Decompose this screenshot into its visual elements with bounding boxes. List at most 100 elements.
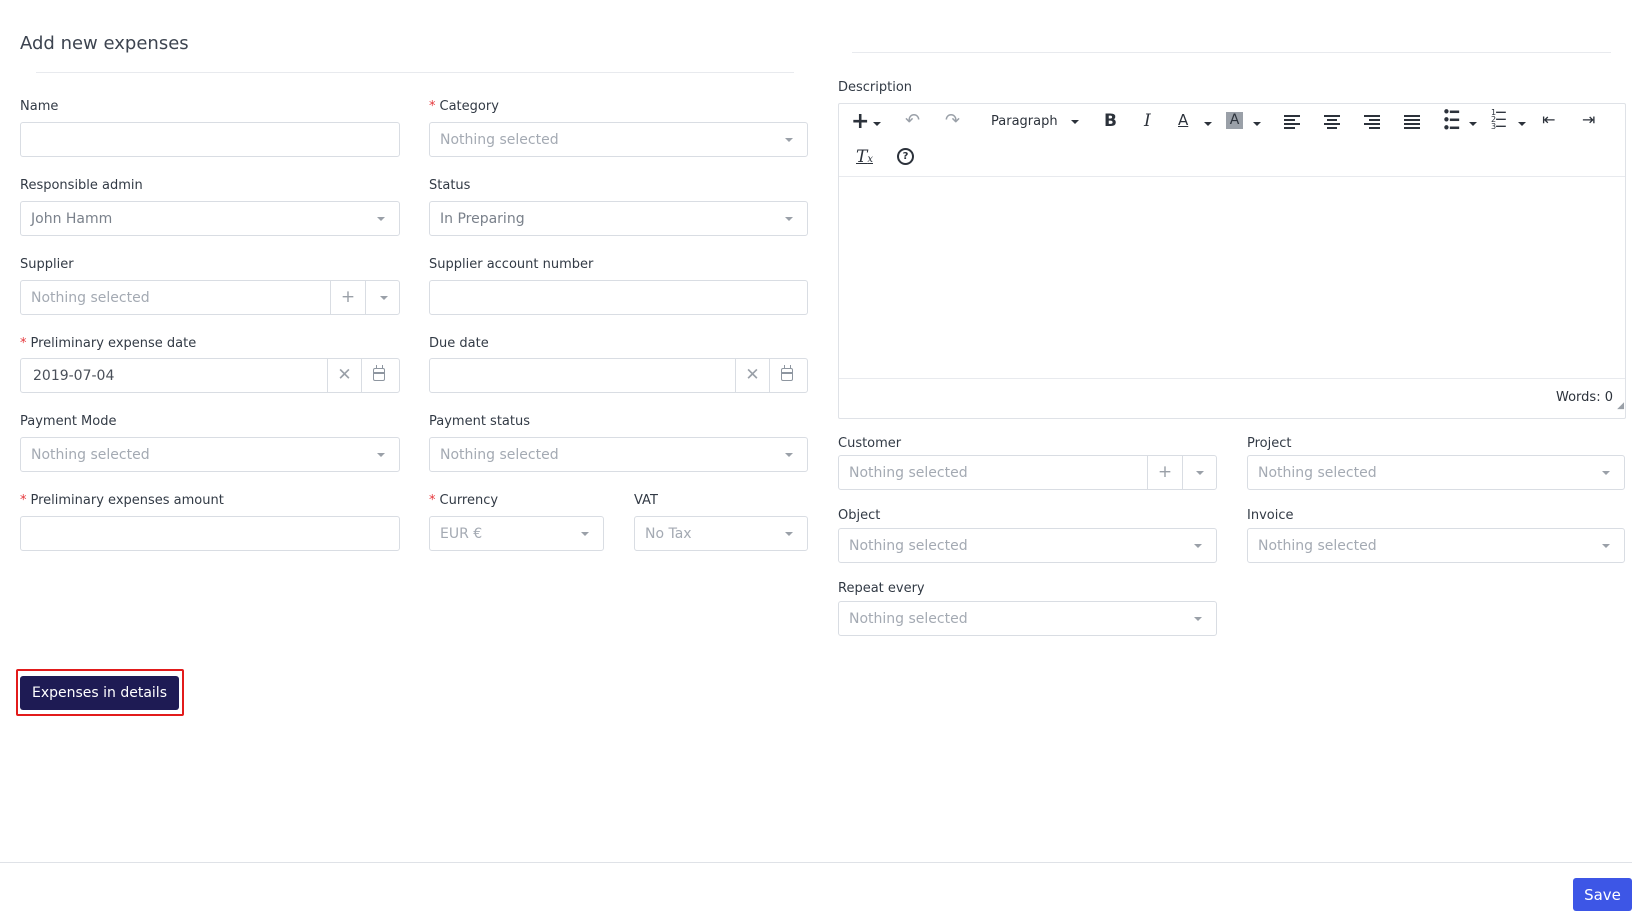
block-format-select[interactable]: Paragraph	[991, 114, 1058, 129]
indent-icon[interactable]: ⇥	[1582, 110, 1595, 129]
statusbar-divider	[839, 378, 1625, 379]
chevron-down-icon	[785, 138, 793, 142]
payment-status-label: Payment status	[429, 414, 530, 429]
background-color-icon[interactable]: A	[1226, 112, 1243, 129]
chevron-down-icon	[1204, 122, 1212, 126]
chevron-down-icon	[1196, 471, 1204, 475]
description-editor: + ↶ ↷ Paragraph B I A A •━ •━ •━ 1━━ 2━━ 3━━…	[838, 103, 1626, 419]
text-color-icon[interactable]: A	[1178, 111, 1188, 129]
vat-label: VAT	[634, 493, 658, 508]
object-label: Object	[838, 508, 881, 523]
due-date-input[interactable]: ✕	[429, 358, 808, 393]
resize-handle-icon[interactable]: ◢	[1617, 401, 1624, 411]
help-icon[interactable]: ?	[897, 148, 914, 165]
footer-divider	[0, 862, 1632, 863]
chevron-down-icon	[1194, 544, 1202, 548]
bullet-list-icon[interactable]: •━ •━ •━	[1442, 105, 1459, 136]
status-select[interactable]: In Preparing	[429, 201, 808, 236]
numbered-list-icon[interactable]: 1━━ 2━━ 3━━	[1491, 109, 1506, 131]
description-label: Description	[838, 80, 913, 95]
repeat-every-label: Repeat every	[838, 581, 925, 596]
chevron-down-icon	[581, 532, 589, 536]
expenses-in-details-button[interactable]: Expenses in details	[20, 676, 179, 710]
payment-mode-label: Payment Mode	[20, 414, 117, 429]
undo-icon[interactable]: ↶	[905, 110, 920, 131]
calendar-icon	[781, 365, 793, 381]
title-divider	[36, 72, 794, 73]
supplier-account-number-label: Supplier account number	[429, 257, 594, 272]
category-select[interactable]: Nothing selected	[429, 122, 808, 157]
supplier-dropdown-toggle[interactable]	[365, 281, 400, 314]
plus-icon: +	[340, 287, 356, 307]
preliminary-expense-date-label: * Preliminary expense date	[20, 336, 197, 351]
word-count: Words: 0	[1556, 390, 1613, 405]
supplier-account-number-input[interactable]	[429, 280, 808, 315]
date-picker-button[interactable]	[361, 359, 400, 392]
invoice-select[interactable]: Nothing selected	[1247, 528, 1625, 563]
responsible-admin-select[interactable]: John Hamm	[20, 201, 400, 236]
chevron-down-icon	[1469, 122, 1477, 126]
project-label: Project	[1247, 436, 1292, 451]
align-justify-icon[interactable]	[1404, 115, 1420, 131]
customer-label: Customer	[838, 436, 902, 451]
add-customer-button[interactable]: +	[1147, 456, 1182, 489]
chevron-down-icon	[1194, 617, 1202, 621]
required-mark: *	[429, 493, 436, 508]
italic-icon[interactable]: I	[1144, 111, 1151, 131]
clear-formatting-icon[interactable]: Tx	[856, 147, 873, 167]
chevron-down-icon	[1071, 120, 1079, 124]
status-label: Status	[429, 178, 471, 193]
currency-label: * Currency	[429, 493, 499, 508]
chevron-down-icon	[1602, 544, 1610, 548]
object-select[interactable]: Nothing selected	[838, 528, 1217, 563]
supplier-select[interactable]: Nothing selected +	[20, 280, 400, 315]
due-date-label: Due date	[429, 336, 489, 351]
chevron-down-icon	[1602, 471, 1610, 475]
chevron-down-icon	[1253, 122, 1261, 126]
vat-select[interactable]: No Tax	[634, 516, 808, 551]
preliminary-expenses-amount-label: * Preliminary expenses amount	[20, 493, 224, 508]
supplier-label: Supplier	[20, 257, 74, 272]
payment-mode-select[interactable]: Nothing selected	[20, 437, 400, 472]
add-supplier-button[interactable]: +	[330, 281, 365, 314]
chevron-down-icon	[377, 453, 385, 457]
responsible-admin-label: Responsible admin	[20, 178, 143, 193]
preliminary-expense-date-input[interactable]: 2019-07-04 ✕	[20, 358, 400, 393]
editor-content-area[interactable]	[839, 177, 1625, 380]
chevron-down-icon	[377, 217, 385, 221]
outdent-icon[interactable]: ⇤	[1542, 110, 1555, 129]
customer-dropdown-toggle[interactable]	[1182, 456, 1216, 489]
page-title: Add new expenses	[20, 33, 189, 54]
align-left-icon[interactable]	[1284, 115, 1300, 131]
required-mark: *	[20, 493, 27, 508]
required-mark: *	[20, 336, 27, 351]
right-divider	[852, 52, 1611, 53]
payment-status-select[interactable]: Nothing selected	[429, 437, 808, 472]
plus-icon: +	[1157, 462, 1173, 482]
project-select[interactable]: Nothing selected	[1247, 455, 1625, 490]
redo-icon[interactable]: ↷	[945, 110, 960, 131]
preliminary-expenses-amount-input[interactable]	[20, 516, 400, 551]
close-icon: ✕	[745, 365, 760, 385]
calendar-icon	[373, 365, 385, 381]
chevron-down-icon	[380, 296, 388, 300]
invoice-label: Invoice	[1247, 508, 1294, 523]
bold-icon[interactable]: B	[1104, 111, 1117, 131]
chevron-down-icon	[785, 453, 793, 457]
clear-due-date-button[interactable]: ✕	[735, 359, 769, 392]
currency-select[interactable]: EUR €	[429, 516, 604, 551]
name-input[interactable]	[20, 122, 400, 157]
plus-icon[interactable]: +	[851, 109, 869, 134]
customer-select[interactable]: Nothing selected +	[838, 455, 1217, 490]
repeat-every-select[interactable]: Nothing selected	[838, 601, 1217, 636]
required-mark: *	[429, 99, 436, 114]
chevron-down-icon	[785, 532, 793, 536]
chevron-down-icon	[873, 122, 881, 126]
due-date-picker-button[interactable]	[769, 359, 808, 392]
chevron-down-icon	[1518, 122, 1526, 126]
clear-date-button[interactable]: ✕	[327, 359, 361, 392]
align-center-icon[interactable]	[1324, 115, 1340, 131]
save-button[interactable]: Save	[1573, 878, 1632, 911]
close-icon: ✕	[337, 365, 352, 385]
align-right-icon[interactable]	[1364, 115, 1380, 131]
